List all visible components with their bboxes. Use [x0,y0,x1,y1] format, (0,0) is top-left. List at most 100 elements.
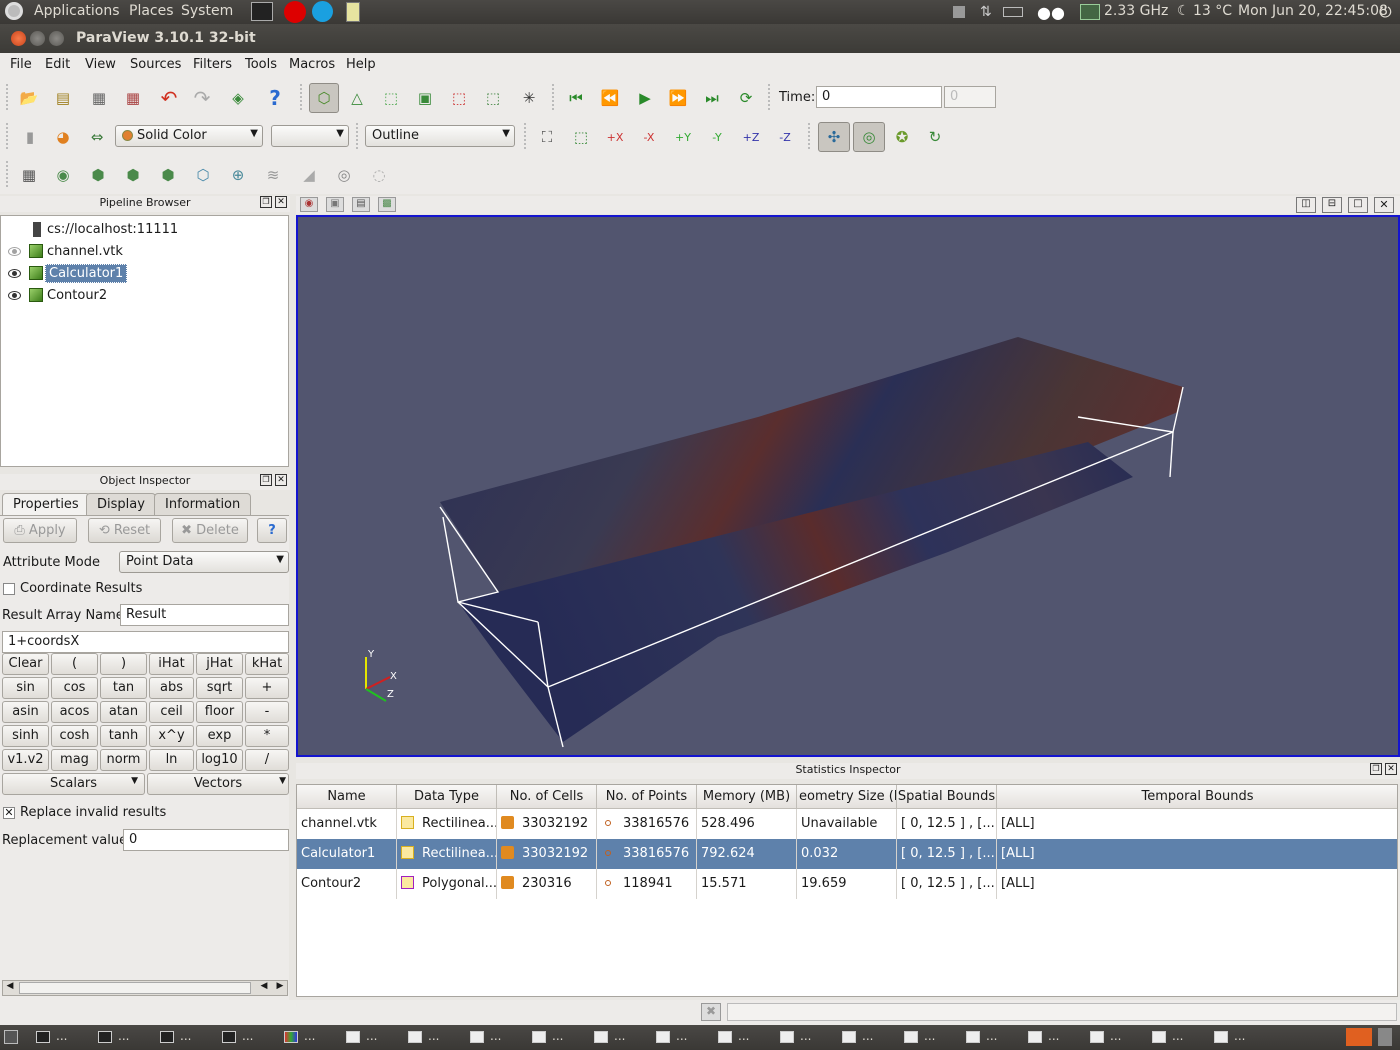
task-button[interactable]: ... [842,1029,873,1047]
close-view-icon[interactable]: ✕ [1374,197,1394,213]
reset-camera-icon[interactable]: ⛶ [534,124,560,150]
view-minus-y-icon[interactable]: -Y [704,124,730,150]
workspace-switcher-icon[interactable] [1346,1028,1372,1046]
help-icon[interactable]: ? [262,85,288,111]
weather-temperature[interactable]: 13 °C [1193,3,1232,19]
select-points-on-icon[interactable]: ⬚ [480,85,506,111]
task-button[interactable]: ... [656,1029,687,1047]
calc-button[interactable]: jHat [196,653,243,675]
task-button[interactable]: ... [532,1029,563,1047]
extract-level-icon[interactable]: ◌ [366,162,392,188]
clock[interactable]: Mon Jun 20, 22:45:08 [1238,3,1388,19]
abort-icon[interactable]: ✖ [701,1003,721,1021]
visibility-eye-icon[interactable] [8,269,21,278]
task-button[interactable]: ... [284,1029,315,1047]
horizontal-scrollbar[interactable]: ◀ ◀ ▶ [2,980,288,996]
float-panel-icon[interactable]: ❐ [260,196,272,208]
float-panel-icon[interactable]: ❐ [260,474,272,486]
table-row[interactable]: Contour2 Polygonal... 230316 118941 15.571 19… [297,869,1397,899]
calc-button[interactable]: abs [149,677,194,699]
close-panel-icon[interactable]: ✕ [275,196,287,208]
app-launcher-icon[interactable] [346,2,360,22]
tab-information[interactable]: Information [154,493,252,515]
calc-button[interactable]: log10 [196,749,243,771]
task-button[interactable]: ... [160,1029,191,1047]
replace-invalid-checkbox[interactable]: ✕ [3,807,15,819]
interact-mode-icon[interactable]: ⬡ [309,83,339,113]
capture-view-icon[interactable]: ◉ [300,197,318,212]
visibility-eye-icon[interactable] [8,247,21,256]
time-input[interactable]: 0 [816,86,942,108]
undo-icon[interactable]: ↶ [156,85,182,111]
network-icon[interactable]: ⇅ [980,4,992,20]
column-header-name[interactable]: Name [297,785,397,809]
terminal-launcher-icon[interactable] [251,2,273,21]
select-block-icon[interactable]: ⬚ [446,85,472,111]
calc-button[interactable]: cosh [51,725,98,747]
scrollbar-thumb[interactable] [19,982,251,994]
task-button[interactable]: ... [470,1029,501,1047]
open-file-icon[interactable]: 📂 [16,85,42,111]
render-view[interactable]: Y X Z [296,215,1400,757]
calc-button[interactable]: - [245,701,289,723]
task-button[interactable]: ... [1090,1029,1121,1047]
replacement-value-input[interactable]: 0 [123,829,289,851]
menu-edit[interactable]: Edit [45,57,70,72]
calc-button[interactable]: floor [196,701,243,723]
reset-center-icon[interactable]: ✪ [889,124,915,150]
column-header-spatial-bounds[interactable]: Spatial Bounds [897,785,997,809]
trash-icon[interactable] [1378,1028,1392,1046]
show-orientation-axes-icon[interactable]: ✣ [818,122,850,152]
task-button[interactable]: ... [904,1029,935,1047]
column-header-points[interactable]: No. of Points [597,785,697,809]
calc-button[interactable]: atan [100,701,147,723]
show-desktop-icon[interactable] [4,1030,18,1044]
battery-icon[interactable] [1003,7,1023,17]
attribute-mode-combo[interactable]: Point Data ▼ [119,551,289,573]
view-redo-icon[interactable]: ▤ [352,197,370,212]
column-header-data-type[interactable]: Data Type [397,785,497,809]
coordinate-results-checkbox[interactable] [3,583,15,595]
view-plus-z-icon[interactable]: +Z [738,124,764,150]
table-row[interactable]: channel.vtk Rectilinea... 33032192 33816576… [297,809,1397,839]
open-data-icon[interactable]: ▤ [50,85,76,111]
scalars-menu-button[interactable]: Scalars ▼ [2,773,145,795]
calc-button[interactable]: Clear [2,653,49,675]
scroll-left-icon[interactable]: ◀ [3,981,17,995]
calc-button[interactable]: kHat [245,653,289,675]
calc-button[interactable]: asin [2,701,49,723]
previous-frame-icon[interactable]: ⏪ [597,85,623,111]
calc-button[interactable]: acos [51,701,98,723]
first-frame-icon[interactable]: ⏮ [563,85,589,111]
next-frame-icon[interactable]: ⏩ [665,85,691,111]
menu-tools[interactable]: Tools [245,57,277,72]
calc-button[interactable]: exp [196,725,243,747]
close-window-icon[interactable] [11,31,26,46]
extract-subset-icon[interactable]: ⬡ [190,162,216,188]
component-combo[interactable]: ▼ [271,125,349,147]
menu-help[interactable]: Help [346,57,376,72]
zoom-to-box-icon[interactable]: ⬚ [568,124,594,150]
view-undo-icon[interactable]: ▣ [326,197,344,212]
pipeline-item-contour2[interactable]: Contour2 [1,285,287,307]
view-minus-x-icon[interactable]: -X [636,124,662,150]
pipeline-item-calculator1[interactable]: Calculator1 [1,263,287,285]
menu-filters[interactable]: Filters [193,57,232,72]
column-header-memory[interactable]: Memory (MB) [697,785,797,809]
toggle-color-legend-icon[interactable]: ▮ [17,124,43,150]
last-frame-icon[interactable]: ⏭ [699,85,725,111]
calc-button[interactable]: * [245,725,289,747]
task-button[interactable]: ... [718,1029,749,1047]
column-header-geometry-size[interactable]: eometry Size (M [797,785,897,809]
split-vertical-icon[interactable]: ⊟ [1322,197,1342,213]
delete-button[interactable]: ✖ Delete [172,518,248,543]
play-icon[interactable]: ▶ [632,85,658,111]
task-button[interactable]: ... [408,1029,439,1047]
redo-icon[interactable]: ↷ [189,85,215,111]
view-minus-z-icon[interactable]: -Z [772,124,798,150]
split-horizontal-icon[interactable]: ◫ [1296,197,1316,213]
calc-button[interactable]: sin [2,677,49,699]
task-button[interactable]: ... [966,1029,997,1047]
save-state-icon[interactable]: ▦ [86,85,112,111]
clear-selection-icon[interactable]: ✳ [516,85,542,111]
